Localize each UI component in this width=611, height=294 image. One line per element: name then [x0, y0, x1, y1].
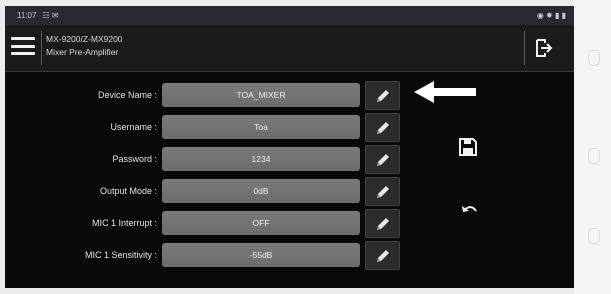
app-screen: 11:07 ☷ ✉ ◉ ✸ ▮ ▮ MX-9200/Z-MX9200 Mixer… [5, 6, 574, 288]
setting-value-field[interactable]: 0dB [162, 179, 360, 203]
setting-value-field[interactable]: Toa [162, 115, 360, 139]
device-side-button [588, 50, 600, 66]
device-side-button [588, 228, 600, 244]
settings-panel: Device Name : TOA_MIXER Username : Toa P… [5, 72, 574, 288]
pencil-icon [377, 186, 389, 198]
setting-label: Output Mode : [99, 186, 157, 196]
status-system-icons: ◉ ✸ ▮ ▮ [536, 11, 566, 20]
pencil-icon [377, 154, 389, 166]
pencil-icon [377, 122, 389, 134]
setting-value-field[interactable]: -55dB [162, 243, 360, 267]
edit-button[interactable] [365, 113, 400, 142]
device-model-title: MX-9200/Z-MX9200 [46, 34, 123, 44]
edit-button[interactable] [365, 81, 400, 110]
pencil-icon [377, 218, 389, 230]
setting-label: MIC 1 Interrupt : [91, 218, 157, 228]
page-title: MX-9200/Z-MX9200 Mixer Pre-Amplifier [46, 33, 123, 59]
save-icon[interactable] [457, 136, 479, 158]
setting-label: Device Name : [97, 90, 157, 100]
arrow-left-icon [412, 80, 478, 104]
setting-row-password: Password : 1234 [5, 145, 425, 174]
pencil-icon [377, 90, 389, 102]
status-bar: 11:07 ☷ ✉ ◉ ✸ ▮ ▮ [5, 6, 574, 25]
pencil-icon [377, 250, 389, 262]
status-notification-icons: ☷ ✉ [42, 11, 59, 20]
app-header: MX-9200/Z-MX9200 Mixer Pre-Amplifier [5, 25, 574, 72]
setting-row-output-mode: Output Mode : 0dB [5, 177, 425, 206]
setting-value-field[interactable]: OFF [162, 211, 360, 235]
header-divider [524, 31, 525, 65]
setting-row-mic1-interrupt: MIC 1 Interrupt : OFF [5, 209, 425, 238]
setting-row-device-name: Device Name : TOA_MIXER [5, 81, 425, 110]
menu-icon[interactable] [11, 35, 35, 57]
status-time: 11:07 [17, 11, 37, 20]
header-divider [41, 31, 42, 65]
device-type-subtitle: Mixer Pre-Amplifier [46, 47, 119, 57]
device-side-button [588, 148, 600, 164]
edit-button[interactable] [365, 241, 400, 270]
setting-value-field[interactable]: 1234 [162, 147, 360, 171]
setting-label: MIC 1 Sensitivity : [84, 250, 157, 260]
device-frame [574, 0, 611, 294]
undo-icon[interactable] [459, 200, 479, 220]
edit-button[interactable] [365, 209, 400, 238]
edit-button[interactable] [365, 177, 400, 206]
setting-row-mic1-sensitivity: MIC 1 Sensitivity : -55dB [5, 241, 425, 270]
exit-icon[interactable] [533, 37, 555, 59]
setting-row-username: Username : Toa [5, 113, 425, 142]
setting-label: Username : [110, 122, 157, 132]
setting-value-field[interactable]: TOA_MIXER [162, 83, 360, 107]
edit-button[interactable] [365, 145, 400, 174]
setting-label: Password : [112, 154, 157, 164]
